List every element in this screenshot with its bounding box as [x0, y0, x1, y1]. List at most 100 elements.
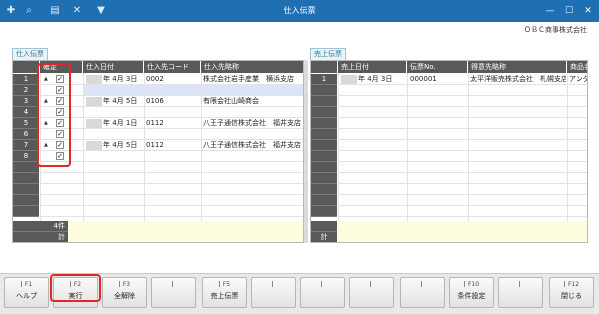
- row-number[interactable]: 2: [13, 85, 39, 96]
- era-field: [86, 75, 102, 84]
- fkey-code: [301, 281, 344, 289]
- fkey-code: F10: [450, 281, 493, 289]
- col-divider: [468, 73, 469, 221]
- fkey-label: 条件設定: [457, 292, 486, 300]
- row-divider: [338, 150, 587, 151]
- product-name[interactable]: アンダ: [569, 74, 587, 85]
- row-divider: [338, 139, 587, 140]
- purchase-date[interactable]: 年 4月 3日: [103, 74, 143, 85]
- fkey-f1[interactable]: F1 ヘルプ: [4, 277, 49, 308]
- era-field: [86, 141, 102, 150]
- splitter[interactable]: [304, 60, 308, 243]
- title-bar: ✚ ⌕ ▤ ✕ ▼ 仕入伝票 — ☐ ✕: [0, 0, 599, 22]
- col-purchase-date-header[interactable]: 仕入日付: [83, 61, 143, 73]
- col-voucher-header[interactable]: 伝票No.: [407, 61, 467, 73]
- row-number[interactable]: 7: [13, 140, 39, 151]
- fkey-empty-8[interactable]: [400, 277, 445, 308]
- selected-row-bg: [83, 85, 303, 95]
- fkey-label: 閉じる: [561, 292, 582, 300]
- col-sales-date-header[interactable]: 売上日付: [338, 61, 406, 73]
- supplier-code[interactable]: 0112: [146, 118, 200, 129]
- row-number-empty: [311, 184, 337, 195]
- row-number-empty: [311, 85, 337, 96]
- row-number-empty: [13, 206, 39, 217]
- row-number-empty: [13, 184, 39, 195]
- sales-grid[interactable]: 売上日付 伝票No. 得意先略称 商品名 1 年 4月 3日 000001 太平洋販売…: [310, 60, 588, 243]
- row-number[interactable]: 6: [13, 129, 39, 140]
- fkey-empty-6[interactable]: [300, 277, 345, 308]
- row-number[interactable]: 1: [311, 74, 337, 85]
- col-divider: [407, 73, 408, 221]
- minimize-icon[interactable]: —: [540, 0, 560, 22]
- footer-area: [338, 221, 587, 242]
- fkey-label: 全解除: [114, 292, 135, 300]
- corner-header: [311, 61, 337, 73]
- fkey-f12[interactable]: F12 閉じる: [549, 277, 594, 308]
- row-number-empty: [311, 195, 337, 206]
- supplier-name[interactable]: 株式会社岩手産業 横浜支店: [203, 74, 301, 85]
- footer-area: [40, 221, 303, 242]
- fkey-code: [350, 281, 393, 289]
- tab-sales-slip[interactable]: 売上伝票: [310, 48, 346, 60]
- col-divider: [567, 73, 568, 221]
- row-number[interactable]: 8: [13, 151, 39, 162]
- row-number[interactable]: 3: [13, 96, 39, 107]
- row-number-empty: [311, 129, 337, 140]
- fkey-empty-3[interactable]: [151, 277, 196, 308]
- col-supplier-name-header[interactable]: 仕入先略称: [201, 61, 303, 73]
- row-number[interactable]: 1: [13, 74, 39, 85]
- sales-date[interactable]: 年 4月 3日: [358, 74, 406, 85]
- fkey-empty-10[interactable]: [498, 277, 543, 308]
- row-number[interactable]: 5: [13, 118, 39, 129]
- row-number-empty: [13, 173, 39, 184]
- row-divider: [40, 172, 303, 173]
- fkey-f3[interactable]: F3 全解除: [102, 277, 147, 308]
- highlight-confirm-column: [37, 63, 71, 167]
- fkey-code: [152, 281, 195, 289]
- fkey-code: [252, 281, 295, 289]
- row-number-empty: [311, 173, 337, 184]
- fkey-empty-7[interactable]: [349, 277, 394, 308]
- fkey-code: F5: [203, 281, 246, 289]
- footer-total-label: 計: [311, 232, 337, 242]
- fkey-label: ヘルプ: [16, 292, 37, 300]
- supplier-code[interactable]: 0106: [146, 96, 200, 107]
- row-divider: [40, 216, 303, 217]
- col-supplier-code-header[interactable]: 仕入先コード: [144, 61, 200, 73]
- col-divider: [144, 73, 145, 221]
- supplier-name[interactable]: 八王子通信株式会社 福井支店: [203, 118, 301, 129]
- fkey-empty-5[interactable]: [251, 277, 296, 308]
- col-product-header[interactable]: 商品名: [567, 61, 587, 73]
- fkey-f5[interactable]: F5 売上伝票: [202, 277, 247, 308]
- purchase-date[interactable]: 年 4月 5日: [103, 140, 143, 151]
- row-number-empty: [311, 162, 337, 173]
- col-divider: [338, 73, 339, 221]
- purchase-date[interactable]: 年 4月 5日: [103, 96, 143, 107]
- supplier-code[interactable]: 0112: [146, 140, 200, 151]
- row-number-empty: [311, 107, 337, 118]
- col-customer-header[interactable]: 得意先略称: [468, 61, 566, 73]
- row-divider: [40, 183, 303, 184]
- row-divider: [338, 117, 587, 118]
- customer-name[interactable]: 太平洋販売株式会社 札幌支店: [470, 74, 566, 85]
- footer-count: 4件: [13, 221, 68, 232]
- fkey-f10[interactable]: F10 条件設定: [449, 277, 494, 308]
- purchase-date[interactable]: 年 4月 1日: [103, 118, 143, 129]
- row-divider: [338, 161, 587, 162]
- row-number-empty: [311, 118, 337, 129]
- maximize-icon[interactable]: ☐: [559, 0, 579, 22]
- row-divider: [338, 194, 587, 195]
- voucher-number[interactable]: 000001: [410, 74, 466, 85]
- fkey-code: F3: [103, 281, 146, 289]
- footer-total-label: 計: [13, 232, 68, 242]
- close-icon[interactable]: ✕: [578, 0, 598, 22]
- supplier-name[interactable]: 八王子通信株式会社 福井支店: [203, 140, 301, 151]
- era-field: [86, 97, 102, 106]
- era-field: [86, 119, 102, 128]
- tab-purchase-slip[interactable]: 仕入伝票: [12, 48, 48, 60]
- fkey-code: F12: [550, 281, 593, 289]
- supplier-code[interactable]: 0002: [146, 74, 200, 85]
- supplier-name[interactable]: 有限会社山崎商会: [203, 96, 301, 107]
- row-number[interactable]: 4: [13, 107, 39, 118]
- corner-header: [13, 61, 39, 73]
